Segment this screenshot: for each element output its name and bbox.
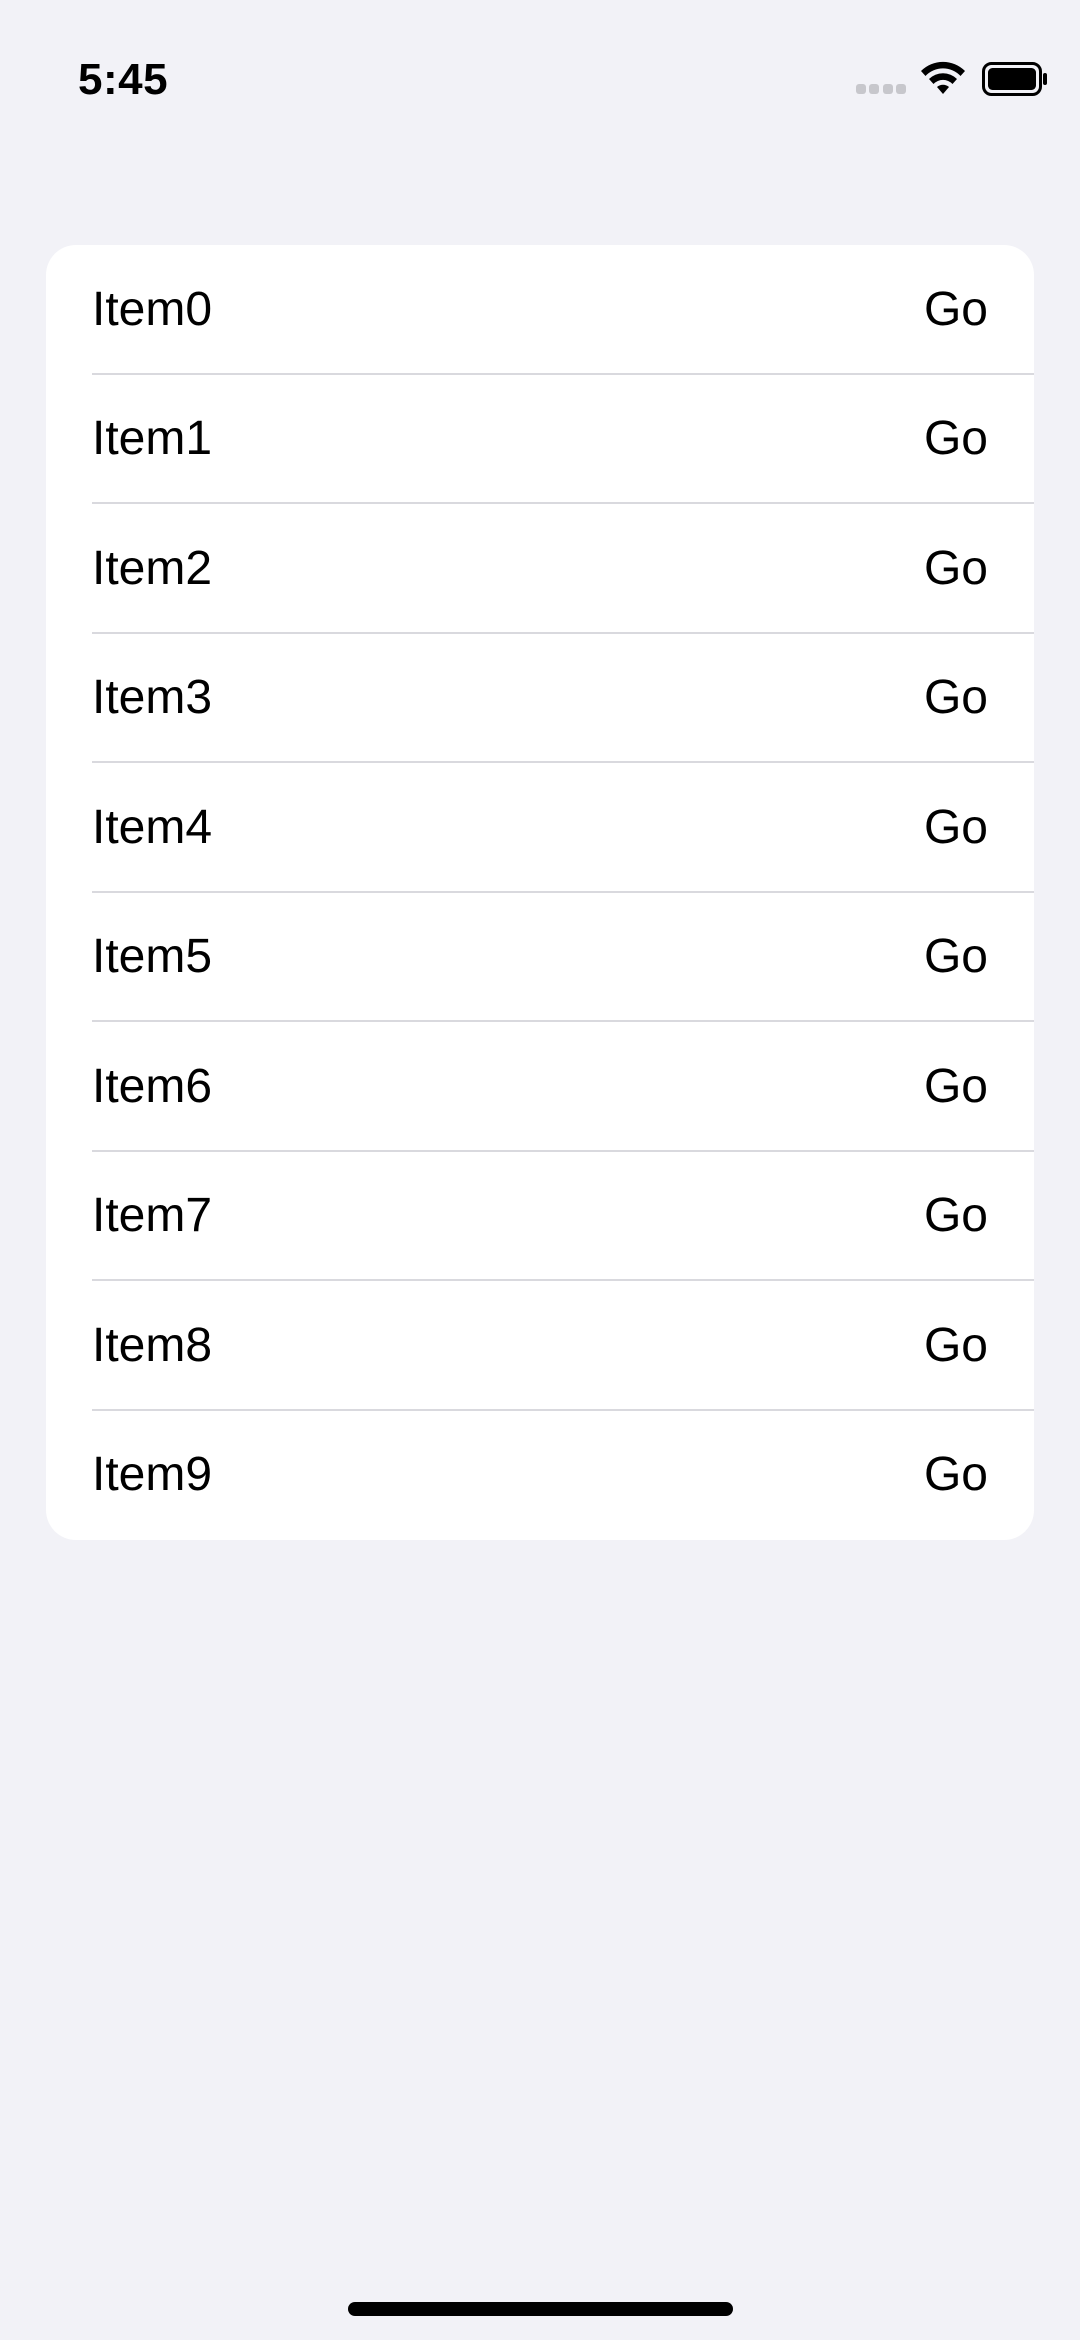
list-item[interactable]: Item4 Go bbox=[46, 763, 1034, 893]
list-item-label: Item7 bbox=[92, 1189, 213, 1243]
list-item[interactable]: Item6 Go bbox=[46, 1022, 1034, 1152]
list-item-label: Item2 bbox=[92, 541, 213, 595]
status-time: 5:45 bbox=[78, 55, 169, 104]
list-item-label: Item1 bbox=[92, 412, 213, 466]
list-item[interactable]: Item8 Go bbox=[46, 1281, 1034, 1411]
cellular-signal-icon bbox=[856, 84, 906, 94]
list-item[interactable]: Item9 Go bbox=[46, 1411, 1034, 1541]
list-item-label: Item8 bbox=[92, 1318, 213, 1372]
go-button[interactable]: Go bbox=[924, 282, 988, 338]
list-item-label: Item3 bbox=[92, 671, 213, 725]
go-button[interactable]: Go bbox=[924, 800, 988, 856]
list-item[interactable]: Item3 Go bbox=[46, 634, 1034, 764]
list-item[interactable]: Item1 Go bbox=[46, 375, 1034, 505]
go-button[interactable]: Go bbox=[924, 411, 988, 467]
battery-icon bbox=[982, 62, 1047, 96]
list-item-label: Item6 bbox=[92, 1059, 213, 1113]
go-button[interactable]: Go bbox=[924, 1059, 988, 1115]
list-item-label: Item0 bbox=[92, 282, 213, 336]
go-button[interactable]: Go bbox=[924, 1188, 988, 1244]
list-item[interactable]: Item2 Go bbox=[46, 504, 1034, 634]
go-button[interactable]: Go bbox=[924, 929, 988, 985]
list-item[interactable]: Item5 Go bbox=[46, 893, 1034, 1023]
go-button[interactable]: Go bbox=[924, 541, 988, 597]
home-indicator[interactable] bbox=[348, 2302, 733, 2316]
list-item-label: Item4 bbox=[92, 800, 213, 854]
list-item-label: Item5 bbox=[92, 930, 213, 984]
list-item[interactable]: Item7 Go bbox=[46, 1152, 1034, 1282]
go-button[interactable]: Go bbox=[924, 670, 988, 726]
item-list: Item0 Go Item1 Go Item2 Go Item3 Go Item… bbox=[46, 245, 1034, 1540]
go-button[interactable]: Go bbox=[924, 1447, 988, 1503]
list-item[interactable]: Item0 Go bbox=[46, 245, 1034, 375]
status-bar: 5:45 bbox=[0, 0, 1080, 160]
go-button[interactable]: Go bbox=[924, 1318, 988, 1374]
wifi-icon bbox=[921, 61, 965, 94]
list-item-label: Item9 bbox=[92, 1448, 213, 1502]
